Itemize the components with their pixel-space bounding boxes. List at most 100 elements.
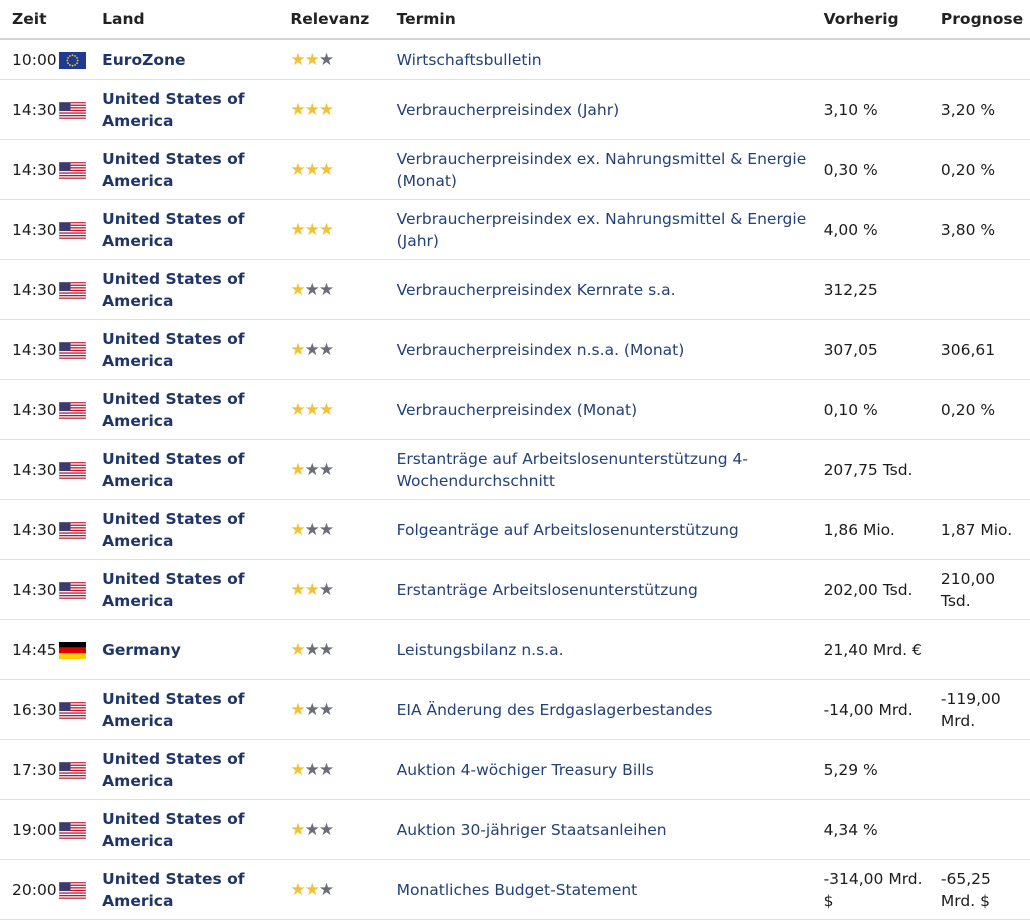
table-row[interactable]: 20:00 United States of America ★★★ Monatlic… [0,859,1030,920]
star-filled-icon: ★ [290,49,305,70]
table-header-row: Zeit Land Relevanz Termin Vorherig Progn… [0,0,1030,40]
row-country: United States of America [102,149,245,190]
relevance-stars: ★★★ [290,219,334,240]
column-header-relevance[interactable]: Relevanz [290,0,397,40]
row-event-link[interactable]: Leistungsbilanz n.s.a. [397,641,564,659]
column-header-time[interactable]: Zeit [0,0,59,40]
row-previous: 0,30 % [823,139,941,200]
row-relevance: ★★★ [290,739,397,800]
column-header-previous[interactable]: Vorherig [823,0,941,40]
star-empty-icon: ★ [318,699,334,720]
star-filled-icon: ★ [304,49,320,70]
row-event-link[interactable]: Wirtschaftsbulletin [397,51,542,69]
table-row[interactable]: 14:30 United States of America ★★★ Verbrauc… [0,139,1030,200]
star-filled-icon: ★ [318,219,334,240]
table-row[interactable]: 14:30 United States of America ★★★ Erstantr… [0,439,1030,500]
row-relevance: ★★★ [290,259,397,320]
row-country: United States of America [102,809,245,850]
table-row[interactable]: 17:30 United States of America ★★★ Auktion … [0,739,1030,800]
star-filled-icon: ★ [318,99,334,120]
row-forecast: 1,87 Mio. [940,499,1030,560]
table-row[interactable]: 14:30 United States of America ★★★ Verbrauc… [0,319,1030,380]
column-header-forecast[interactable]: Prognose [940,0,1030,40]
row-event-link[interactable]: Verbraucherpreisindex Kernrate s.a. [397,281,676,299]
relevance-stars: ★★★ [290,399,334,420]
table-row[interactable]: 14:30 United States of America ★★★ Erstantr… [0,559,1030,620]
row-relevance: ★★★ [290,79,397,140]
star-filled-icon: ★ [290,819,305,840]
row-forecast: -119,00 Mrd. [940,679,1030,740]
row-event-link[interactable]: Verbraucherpreisindex (Jahr) [397,101,620,119]
row-relevance: ★★★ [290,619,397,680]
column-header-event[interactable]: Termin [396,0,824,40]
star-filled-icon: ★ [318,399,334,420]
star-empty-icon: ★ [304,339,320,360]
row-flag-cell [58,79,103,140]
table-row[interactable]: 16:30 United States of America ★★★ EIA Ände… [0,679,1030,740]
row-flag-cell [58,439,103,500]
table-row[interactable]: 14:30 United States of America ★★★ Folgeant… [0,499,1030,560]
row-previous: 307,05 [823,319,941,380]
star-empty-icon: ★ [304,699,320,720]
table-row[interactable]: 10:00 EuroZone ★★★ Wirtschaftsbulletin [0,39,1030,80]
row-country-cell: United States of America [102,79,291,140]
row-country-cell: United States of America [102,739,291,800]
row-relevance: ★★★ [290,679,397,740]
relevance-stars: ★★★ [290,640,334,660]
us-flag-icon [58,701,86,719]
row-event-cell: Leistungsbilanz n.s.a. [396,619,824,680]
row-event-link[interactable]: EIA Änderung des Erdgaslagerbestandes [397,701,713,719]
row-forecast: 3,20 % [940,79,1030,140]
row-forecast: 0,20 % [940,379,1030,440]
row-event-link[interactable]: Verbraucherpreisindex ex. Nahrungsmittel… [397,150,807,190]
star-empty-icon: ★ [304,759,320,780]
row-previous: 5,29 % [823,739,941,800]
table-row[interactable]: 19:00 United States of America ★★★ Auktion … [0,799,1030,860]
star-filled-icon: ★ [304,579,320,600]
row-relevance: ★★★ [290,139,397,200]
table-row[interactable]: 14:30 United States of America ★★★ Verbrauc… [0,79,1030,140]
row-relevance: ★★★ [290,499,397,560]
row-country: United States of America [102,329,245,370]
row-event-link[interactable]: Monatliches Budget-Statement [397,881,638,899]
row-previous: 3,10 % [823,79,941,140]
row-event-link[interactable]: Verbraucherpreisindex (Monat) [397,401,638,419]
us-flag-icon [58,161,86,179]
table-row[interactable]: 14:30 United States of America ★★★ Verbrauc… [0,199,1030,260]
row-event-link[interactable]: Auktion 4-wöchiger Treasury Bills [397,761,654,779]
row-event-link[interactable]: Verbraucherpreisindex ex. Nahrungsmittel… [397,210,807,250]
us-flag-icon [58,281,86,299]
star-empty-icon: ★ [318,459,334,480]
row-event-link[interactable]: Verbraucherpreisindex n.s.a. (Monat) [397,341,685,359]
star-filled-icon: ★ [290,579,305,600]
row-country: United States of America [102,209,245,250]
eu-flag-icon [58,51,86,69]
column-header-country[interactable]: Land [102,0,291,40]
row-relevance: ★★★ [290,319,397,380]
table-row[interactable]: 14:30 United States of America ★★★ Verbrauc… [0,379,1030,440]
row-forecast: 210,00 Tsd. [940,559,1030,620]
row-event-link[interactable]: Erstanträge Arbeitslosenunterstützung [397,581,698,599]
star-filled-icon: ★ [290,99,305,120]
star-filled-icon: ★ [304,399,320,420]
row-event-link[interactable]: Folgeanträge auf Arbeitslosenunterstützu… [397,521,739,539]
row-relevance: ★★★ [290,39,397,80]
row-previous: 207,75 Tsd. [823,439,941,500]
row-event-link[interactable]: Erstanträge auf Arbeitslosenunterstützun… [397,450,748,490]
table-row[interactable]: 14:30 United States of America ★★★ Verbrauc… [0,259,1030,320]
row-time: 14:30 [0,379,59,440]
star-empty-icon: ★ [318,759,334,780]
row-forecast: 306,61 [940,319,1030,380]
row-forecast: 3,80 % [940,199,1030,260]
row-previous: 0,10 % [823,379,941,440]
row-event-link[interactable]: Auktion 30-jähriger Staatsanleihen [397,821,667,839]
row-event-cell: Verbraucherpreisindex ex. Nahrungsmittel… [396,139,824,200]
row-flag-cell [58,679,103,740]
star-filled-icon: ★ [304,879,320,900]
star-filled-icon: ★ [304,99,320,120]
row-previous: 21,40 Mrd. € [823,619,941,680]
row-country: United States of America [102,269,245,310]
row-forecast [940,439,1030,500]
relevance-stars: ★★★ [290,49,334,70]
table-row[interactable]: 14:45 Germany ★★★ Leistungsbilanz n.s.a. 21,… [0,619,1030,680]
